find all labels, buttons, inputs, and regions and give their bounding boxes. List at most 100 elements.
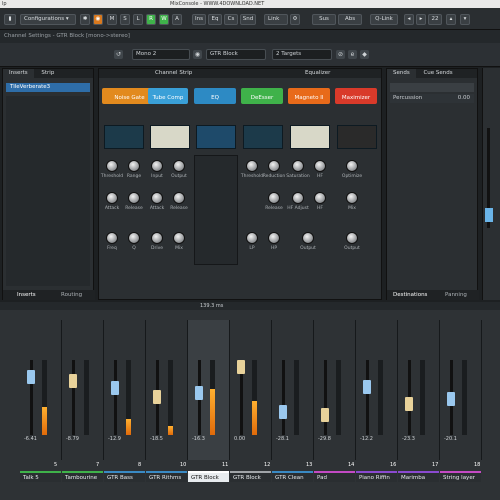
channel-volume[interactable]: -29.8 — [318, 436, 331, 442]
fader-cap[interactable] — [195, 386, 203, 401]
channel-volume[interactable]: -12.2 — [360, 436, 373, 442]
channel-volume[interactable]: -20.1 — [444, 436, 457, 442]
arrow-right-icon[interactable]: ▸ — [416, 14, 426, 25]
channel-name-field[interactable]: GTR Block — [206, 49, 266, 60]
channel-volume[interactable]: -23.3 — [402, 436, 415, 442]
toolbar-button-m[interactable]: M — [107, 14, 117, 25]
channel-volume[interactable]: -18.5 — [150, 436, 163, 442]
module-magneto[interactable]: Magneto II — [288, 88, 330, 104]
toolbar-button-l[interactable]: L — [133, 14, 143, 25]
output-routing-select[interactable]: 2 Targets — [272, 49, 332, 60]
view-button-eq[interactable]: Eq — [208, 14, 222, 25]
magneto-output-knob[interactable] — [302, 232, 314, 244]
fader-cap[interactable] — [363, 379, 371, 394]
deesser-threshold-knob[interactable] — [246, 160, 258, 172]
channel-name[interactable]: Piano Riffin — [356, 471, 397, 482]
channel-name[interactable]: Talk 5 — [20, 471, 61, 482]
comp-drive-knob[interactable] — [151, 232, 163, 244]
link-settings-icon[interactable]: ⚙ — [290, 14, 300, 25]
channel-name[interactable]: GTR Bass — [104, 471, 145, 482]
fader-cap[interactable] — [153, 389, 161, 404]
maximizer-optimize-knob[interactable] — [346, 160, 358, 172]
view-button-snd[interactable]: Snd — [240, 14, 256, 25]
comp-output-knob[interactable] — [173, 160, 185, 172]
chat-icon[interactable]: ◆ — [360, 50, 369, 59]
channel-name[interactable]: GTR Clean — [272, 471, 313, 482]
maximizer-output-knob[interactable] — [346, 232, 358, 244]
channel-name[interactable]: GTR Rithms — [146, 471, 187, 482]
tab-strip[interactable]: Strip — [35, 69, 60, 78]
module-tube-comp[interactable]: Tube Comp — [148, 88, 188, 104]
view-button-ins[interactable]: Ins — [192, 14, 206, 25]
fader-cap[interactable] — [405, 397, 413, 412]
gate-threshold-knob[interactable] — [106, 160, 118, 172]
fader-cap[interactable] — [69, 374, 77, 389]
deesser-hp-knob[interactable] — [268, 232, 280, 244]
configurations-dropdown[interactable]: Configurations ▾ — [20, 14, 76, 25]
channel-volume[interactable]: -12.9 — [108, 436, 121, 442]
zoom-value[interactable]: 22 — [428, 14, 442, 25]
zoom-up-icon[interactable]: ▴ — [446, 14, 456, 25]
record-icon[interactable]: ◉ — [93, 14, 103, 25]
gate-range-knob[interactable] — [128, 160, 140, 172]
toolbar-button-s[interactable]: S — [120, 14, 130, 25]
edit-icon[interactable]: e — [348, 50, 357, 59]
tab-destinations[interactable]: Destinations — [393, 290, 427, 300]
gate-release-knob[interactable] — [128, 192, 140, 204]
toolbar-button-w[interactable]: W — [159, 14, 169, 25]
settings-icon[interactable]: ✱ — [80, 14, 90, 25]
fader-cap[interactable] — [237, 360, 245, 374]
channel-volume[interactable]: 0.00 — [234, 436, 245, 442]
gate-freq-knob[interactable] — [106, 232, 118, 244]
tab-inserts[interactable]: Inserts — [3, 69, 34, 78]
view-button-cs[interactable]: Cs — [224, 14, 238, 25]
qlink-button[interactable]: Q-Link — [370, 14, 398, 25]
fader-cap[interactable] — [321, 407, 329, 422]
input-icon[interactable]: ↺ — [114, 50, 123, 59]
channel-name[interactable]: GTR Block — [188, 471, 229, 482]
fader-cap[interactable] — [447, 392, 455, 407]
channel-name[interactable]: GTR Block — [230, 471, 271, 482]
partial-fader-cap[interactable] — [485, 208, 493, 222]
insert-slots-empty[interactable] — [6, 96, 90, 286]
bypass-icon[interactable]: ⊘ — [336, 50, 345, 59]
comp-mix-knob[interactable] — [173, 232, 185, 244]
channel-volume[interactable]: -8.79 — [66, 436, 79, 442]
channel-name[interactable]: String layer — [440, 471, 481, 482]
channel-icon[interactable]: ◉ — [193, 50, 202, 59]
comp-release-knob[interactable] — [173, 192, 185, 204]
channel-name[interactable]: Pad — [314, 471, 355, 482]
sus-button[interactable]: Sus — [312, 14, 336, 25]
module-deesser[interactable]: DeEsser — [241, 88, 283, 104]
zoom-down-icon[interactable]: ▾ — [460, 14, 470, 25]
tab-cue-sends[interactable]: Cue Sends — [417, 69, 458, 78]
deesser-lp-knob[interactable] — [246, 232, 258, 244]
comp-input-knob[interactable] — [151, 160, 163, 172]
input-routing-select[interactable]: Mono 2 — [132, 49, 190, 60]
menu-fragment[interactable]: lp — [2, 1, 7, 7]
deesser-reduction-knob[interactable] — [268, 160, 280, 172]
module-maximizer[interactable]: Maximizer — [335, 88, 377, 104]
eq-band-list[interactable] — [194, 155, 238, 265]
send-slot-1[interactable]: Percussion 0.00 — [390, 94, 474, 103]
channel-name[interactable]: Marimba — [398, 471, 439, 482]
tab-routing-bottom[interactable]: Routing — [61, 290, 82, 300]
lock-button[interactable]: ▮ — [4, 14, 16, 25]
insert-slot-1[interactable]: TileVerberate3 — [6, 83, 90, 92]
deesser-release-knob[interactable] — [268, 192, 280, 204]
channel-volume[interactable]: -16.3 — [192, 436, 205, 442]
gate-q-knob[interactable] — [128, 232, 140, 244]
comp-attack-knob[interactable] — [151, 192, 163, 204]
fader-cap[interactable] — [27, 370, 35, 385]
fader-cap[interactable] — [279, 404, 287, 419]
toolbar-button-r[interactable]: R — [146, 14, 156, 25]
channel-volume[interactable]: -28.1 — [276, 436, 289, 442]
arrow-left-icon[interactable]: ◂ — [404, 14, 414, 25]
tab-sends[interactable]: Sends — [387, 69, 416, 78]
toolbar-button-a[interactable]: A — [172, 14, 182, 25]
magneto-saturation-knob[interactable] — [292, 160, 304, 172]
abs-button[interactable]: Abs — [338, 14, 362, 25]
gate-attack-knob[interactable] — [106, 192, 118, 204]
tab-panning[interactable]: Panning — [445, 290, 467, 300]
magneto-hfadjust-knob[interactable] — [292, 192, 304, 204]
